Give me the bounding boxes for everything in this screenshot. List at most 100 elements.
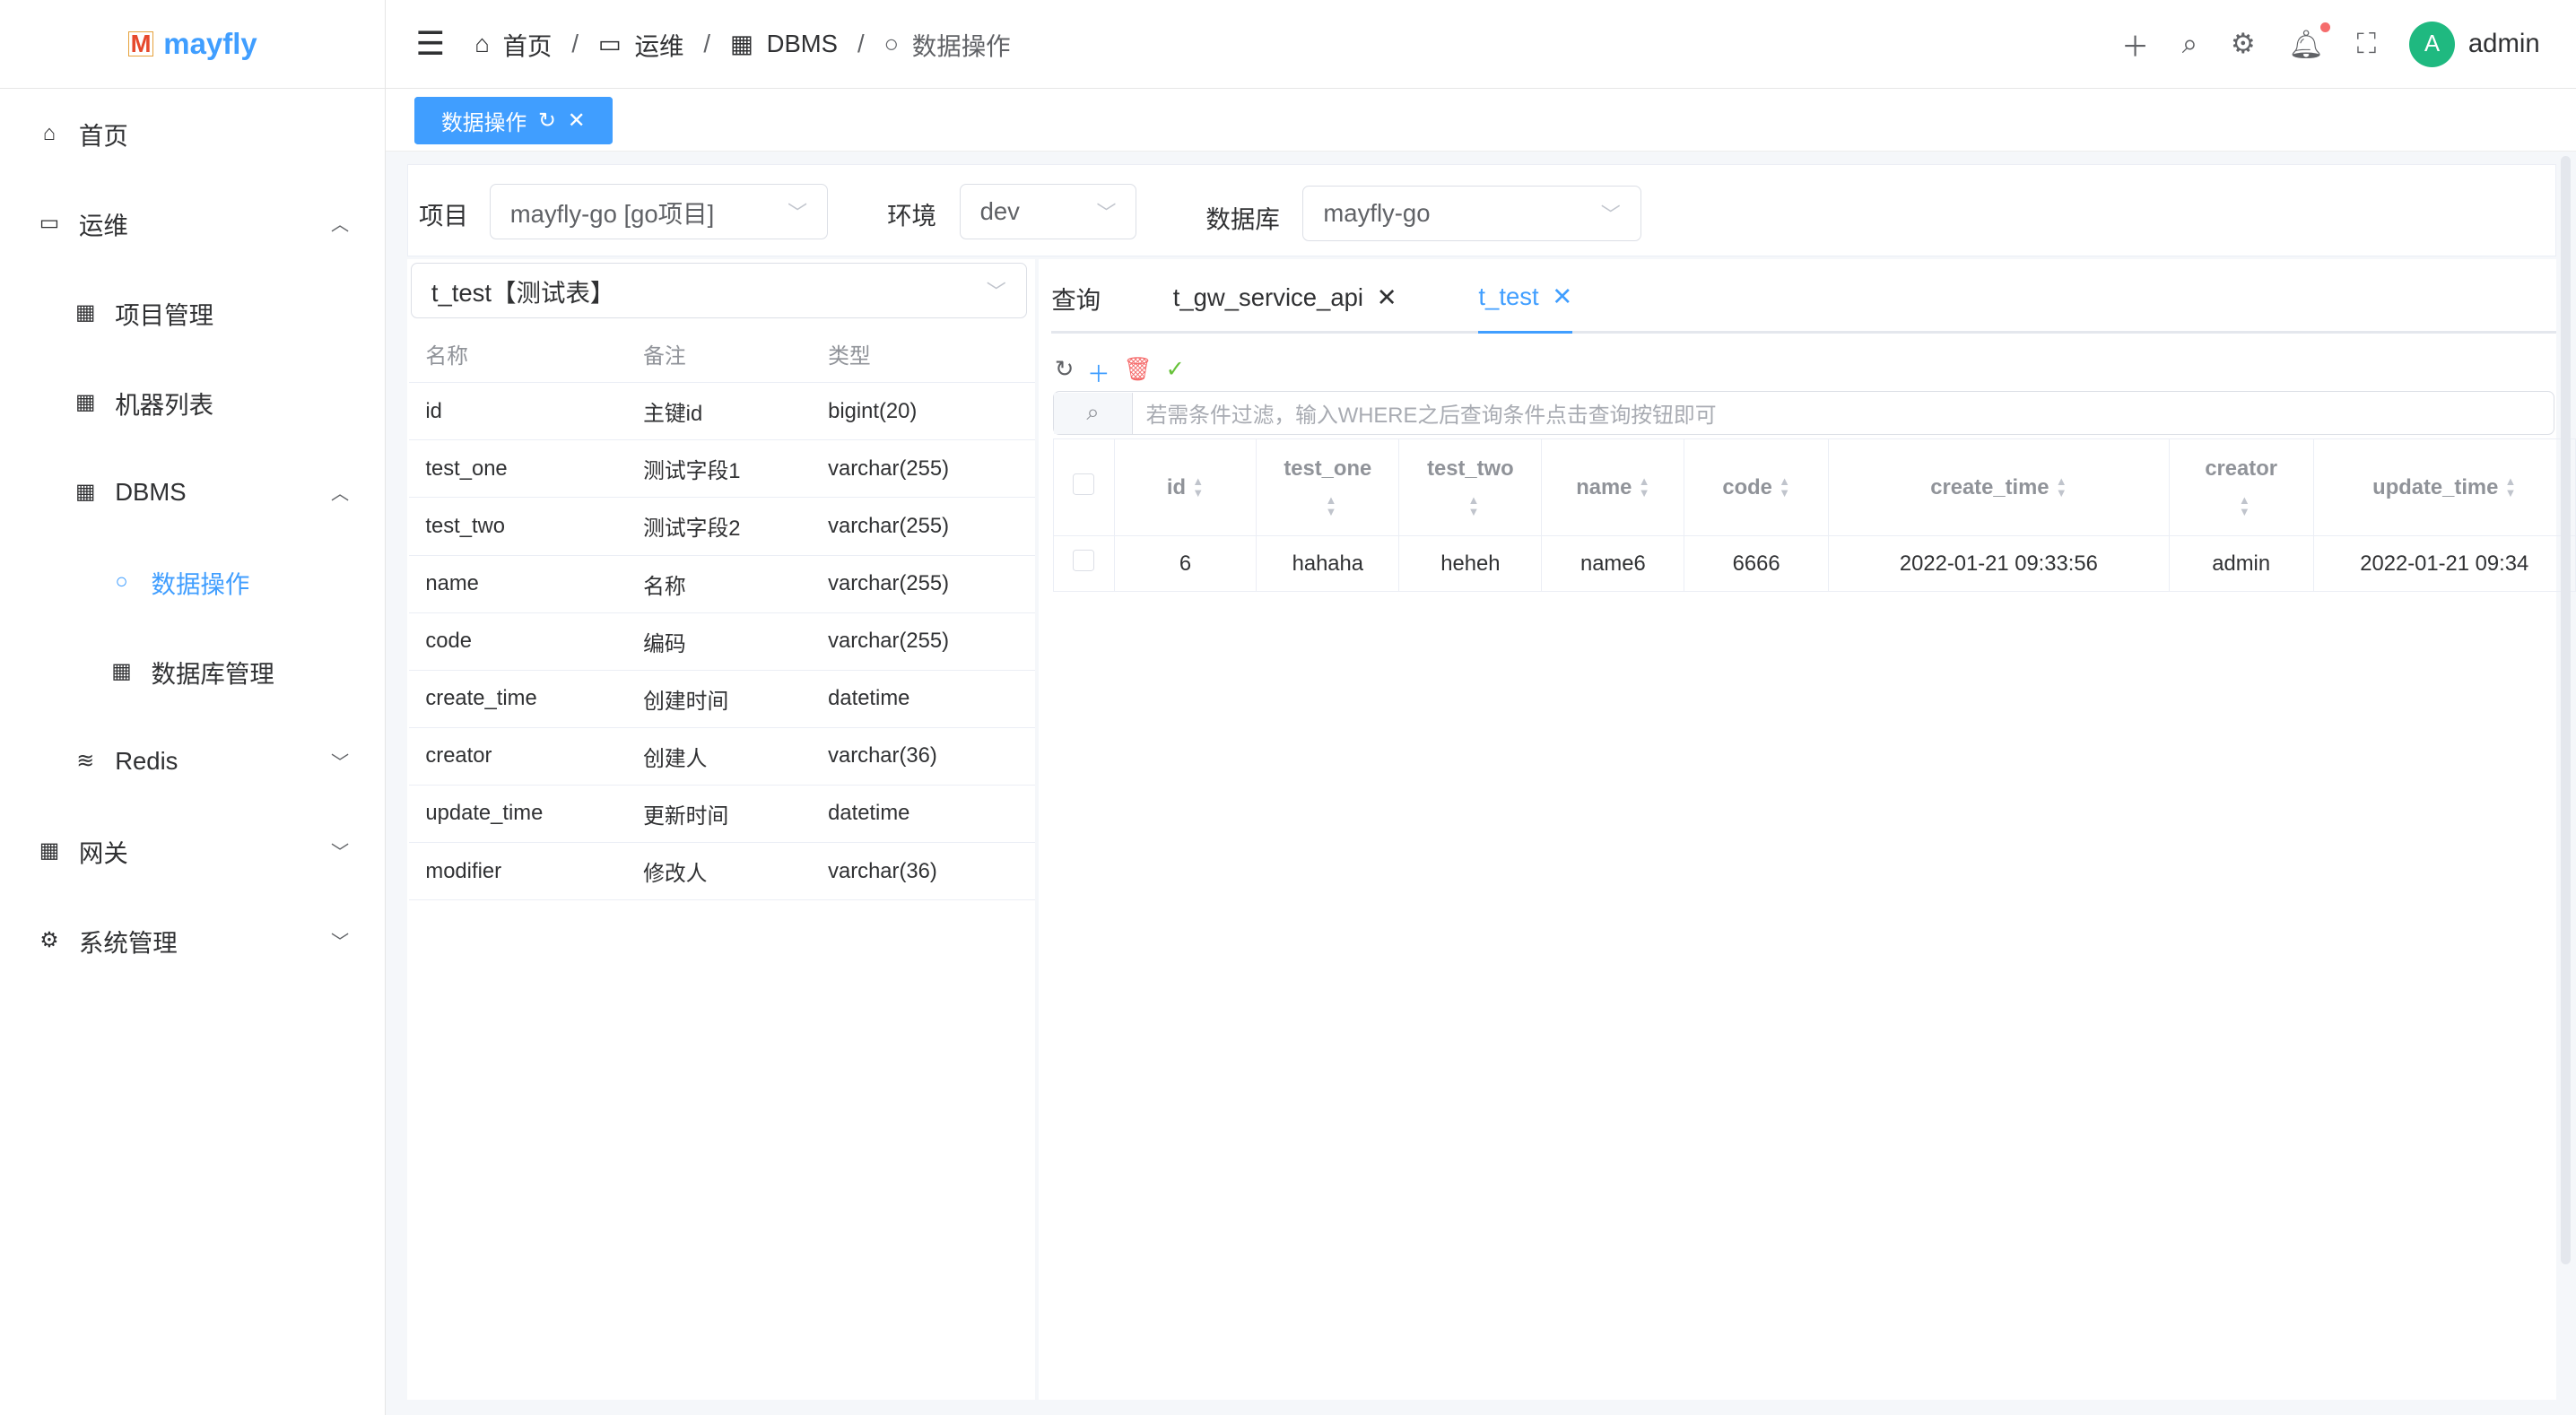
table-cell: 测试字段2 (627, 498, 812, 555)
sidebar-item[interactable]: ▦DBMS︿ (0, 447, 385, 537)
db-select[interactable]: mayfly-go﹀ (1302, 186, 1640, 241)
column-header-label: create_time (1930, 475, 2049, 499)
sidebar-item[interactable]: ▦机器列表 (0, 358, 385, 447)
table-cell[interactable]: heheh (1399, 536, 1542, 592)
tab-t-test[interactable]: t_test✕ (1478, 263, 1572, 334)
table-row[interactable]: creator创建人varchar(36) (409, 727, 1035, 785)
sidebar-item[interactable]: ▦网关﹀ (0, 806, 385, 896)
table-cell: modifier (409, 843, 627, 900)
env-select[interactable]: dev﹀ (960, 184, 1137, 239)
sidebar-item[interactable]: ▦项目管理 (0, 268, 385, 358)
sidebar-item-label: 系统管理 (79, 923, 178, 959)
table-cell: varchar(255) (812, 440, 1035, 498)
sort-icon[interactable]: ▲▼ (1192, 476, 1204, 499)
column-header-label: name (1576, 475, 1632, 499)
sort-icon[interactable]: ▲▼ (2505, 476, 2517, 499)
table-row[interactable]: test_two测试字段2varchar(255) (409, 498, 1035, 555)
column-header[interactable]: create_time ▲▼ (1828, 439, 2169, 536)
gear-icon[interactable]: ⚙ (2231, 28, 2256, 60)
tag-data-operation[interactable]: 数据操作 ↻ ✕ (414, 97, 614, 144)
search-icon[interactable]: ⌕ (2182, 28, 2197, 61)
row-checkbox[interactable] (1054, 536, 1115, 592)
scrollbar[interactable] (2561, 156, 2571, 1264)
sort-icon[interactable]: ▲▼ (1779, 476, 1790, 499)
table-cell: 创建人 (627, 727, 812, 785)
table-select[interactable]: t_test【测试表】﹀ (411, 263, 1027, 318)
where-input[interactable]: ⌕ 若需条件过滤，输入WHERE之后查询条件点击查询按钮即可 (1053, 391, 2554, 435)
column-header[interactable]: code ▲▼ (1684, 439, 1829, 536)
sidebar: ⌂首页▭运维︿▦项目管理▦机器列表▦DBMS︿○数据操作▦数据库管理≋Redis… (0, 89, 386, 1415)
sidebar-item[interactable]: ⚙ 系统管理 ﹀ (0, 896, 385, 985)
fullscreen-icon[interactable]: ⛶ (2357, 28, 2377, 61)
delete-icon[interactable]: 🗑︎ (1123, 356, 1153, 389)
table-cell[interactable]: hahaha (1257, 536, 1399, 592)
table-row[interactable]: modifier修改人varchar(36) (409, 843, 1035, 900)
bell-icon[interactable]: 🔔︎ (2288, 28, 2324, 61)
column-header: 名称 (409, 326, 627, 383)
column-header-label: code (1722, 475, 1772, 499)
sidebar-item[interactable]: ○数据操作 (0, 537, 385, 627)
table-row[interactable]: test_one测试字段1varchar(255) (409, 440, 1035, 498)
close-icon[interactable]: ✕ (1552, 282, 1572, 311)
column-header[interactable]: creator▲▼ (2169, 439, 2313, 536)
table-cell[interactable]: 2022-01-21 09:33:56 (1828, 536, 2169, 592)
sidebar-item[interactable]: ▭运维︿ (0, 178, 385, 268)
table-row[interactable]: id主键idbigint(20) (409, 383, 1035, 440)
sidebar-item-label: 机器列表 (115, 385, 213, 421)
table-cell[interactable]: 6666 (1684, 536, 1829, 592)
chevron-down-icon[interactable]: ﹀ (331, 748, 349, 774)
column-header[interactable]: test_one▲▼ (1257, 439, 1399, 536)
table-cell[interactable]: admin (2169, 536, 2313, 592)
header: ☰ ⌂首页/ ▭运维/ ▦DBMS/ ○数据操作 ＋ ⌕ ⚙ 🔔︎ ⛶ A ad… (386, 0, 2576, 89)
user-menu[interactable]: A admin (2409, 22, 2540, 67)
sort-icon[interactable]: ▲▼ (2239, 495, 2250, 518)
plus-icon[interactable]: ＋ (2121, 24, 2149, 65)
select-all-checkbox[interactable] (1054, 439, 1115, 536)
close-icon[interactable]: ✕ (568, 108, 586, 134)
menu-collapse-icon[interactable]: ☰ (415, 24, 445, 63)
column-header[interactable]: test_two ▲▼ (1399, 439, 1542, 536)
breadcrumb-item[interactable]: 运维 (635, 26, 684, 62)
chevron-up-icon[interactable]: ︿ (331, 479, 349, 505)
breadcrumb-item[interactable]: DBMS (767, 30, 838, 58)
table-row[interactable]: 6hahahahehehname666662022-01-21 09:33:56… (1054, 536, 2576, 592)
app-name: mayfly (163, 27, 257, 61)
gear-icon: ⚙ (36, 927, 62, 953)
column-header[interactable]: name ▲▼ (1542, 439, 1684, 536)
table-cell[interactable]: 2022-01-21 09:34 (2313, 536, 2575, 592)
table-row[interactable]: name名称varchar(255) (409, 555, 1035, 612)
chevron-down-icon[interactable]: ﹀ (331, 927, 349, 953)
project-select[interactable]: mayfly-go [go项目]﹀ (490, 184, 828, 239)
where-placeholder: 若需条件过滤，输入WHERE之后查询条件点击查询按钮即可 (1146, 397, 1717, 429)
refresh-icon[interactable]: ↻ (538, 108, 556, 134)
sort-icon[interactable]: ▲▼ (1326, 495, 1337, 518)
sort-icon[interactable]: ▲▼ (1639, 476, 1650, 499)
column-header[interactable]: update_time▲▼ (2313, 439, 2575, 536)
table-row[interactable]: create_time创建时间datetime (409, 670, 1035, 727)
table-cell[interactable]: 6 (1114, 536, 1257, 592)
column-header[interactable]: id▲▼ (1114, 439, 1257, 536)
tab-query[interactable]: 查询 (1051, 263, 1101, 334)
sidebar-item[interactable]: ≋Redis﹀ (0, 716, 385, 806)
monitor-icon: ▭ (36, 210, 62, 236)
close-icon[interactable]: ✕ (1377, 283, 1397, 312)
table-cell[interactable]: name6 (1542, 536, 1684, 592)
tab-t-gw-service-api[interactable]: t_gw_service_api✕ (1173, 263, 1397, 334)
table-cell: create_time (409, 670, 627, 727)
monitor-icon: ▭ (598, 30, 622, 58)
chevron-down-icon[interactable]: ﹀ (331, 838, 349, 864)
sidebar-item[interactable]: ▦数据库管理 (0, 627, 385, 716)
sidebar-item[interactable]: ⌂首页 (0, 89, 385, 178)
check-icon[interactable]: ✓ (1165, 356, 1184, 389)
chevron-up-icon[interactable]: ︿ (331, 210, 349, 236)
table-row[interactable]: code编码varchar(255) (409, 612, 1035, 670)
breadcrumb-item[interactable]: 首页 (502, 26, 552, 62)
table-cell: 编码 (627, 612, 812, 670)
sort-icon[interactable]: ▲▼ (1468, 495, 1480, 518)
refresh-icon[interactable]: ↻ (1055, 356, 1074, 389)
sort-icon[interactable]: ▲▼ (2056, 476, 2067, 499)
column-header-label: test_two (1427, 456, 1514, 482)
table-row[interactable]: update_time更新时间datetime (409, 785, 1035, 842)
plus-icon[interactable]: ＋ (1087, 356, 1110, 389)
mayfly-logo-icon: M (128, 31, 154, 56)
